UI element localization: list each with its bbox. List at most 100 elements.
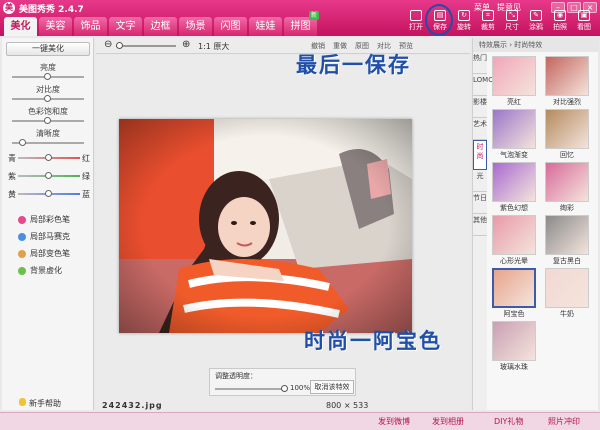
effect-item[interactable]: 亮红 (490, 56, 540, 108)
background-blur-brush[interactable]: 背景虚化 (18, 265, 62, 276)
effect-label: 气泡渐变 (500, 151, 528, 159)
recolor-icon (18, 249, 26, 258)
effect-item[interactable]: 复古黑白 (543, 215, 593, 267)
effect-thumbnail[interactable] (492, 162, 536, 202)
app-title: 美图秀秀 2.4.7 (19, 5, 84, 15)
tab-text[interactable]: 文字 (109, 17, 142, 36)
opacity-label: 调整透明度： (215, 372, 257, 380)
effect-thumbnail[interactable] (492, 56, 536, 96)
cyan-red-track[interactable] (18, 154, 80, 161)
opacity-control: 调整透明度： 100% 取消该特效 (209, 368, 356, 396)
local-recolor-brush[interactable]: 局部变色笔 (18, 248, 70, 259)
effect-item[interactable]: 回忆 (543, 109, 593, 161)
left-panel: 一键美化 亮度 对比度 色彩饱和度 清晰度 青 红 紫 绿 黄 蓝 局部彩色笔 … (2, 38, 94, 410)
tab-beautify[interactable]: 美化 (4, 17, 37, 36)
cyan-red-slider[interactable]: 青 红 (8, 154, 90, 163)
share-weibo-link[interactable]: 发到微博 (378, 416, 410, 427)
opacity-thumb[interactable] (281, 385, 288, 392)
vtab-light[interactable]: 光 (473, 170, 487, 192)
yellow-blue-slider[interactable]: 黄 蓝 (8, 190, 90, 199)
view-label: 看图 (577, 23, 591, 31)
brightness-slider[interactable] (12, 73, 84, 80)
opacity-slider[interactable] (215, 388, 285, 390)
tab-collage[interactable]: 拼图新 (284, 11, 319, 36)
camera-button[interactable]: ◉ 拍照 (549, 9, 571, 35)
vtab-hot[interactable]: 热门 (473, 52, 487, 74)
tab-beauty[interactable]: 美容 (39, 17, 72, 36)
effect-item[interactable]: 心形光晕 (490, 215, 540, 267)
share-album-link[interactable]: 发到相册 (432, 416, 464, 427)
zoom-thumb[interactable] (116, 42, 123, 49)
purple-green-slider[interactable]: 紫 绿 (8, 172, 90, 181)
image-dimensions: 800 × 533 (326, 401, 369, 410)
help-link[interactable]: 新手帮助 (19, 398, 61, 409)
saturation-slider[interactable] (12, 117, 84, 124)
effect-item[interactable]: 对比强烈 (543, 56, 593, 108)
effect-label: 绚彩 (560, 204, 574, 212)
effect-thumbnail[interactable] (545, 56, 589, 96)
vtab-holiday[interactable]: 节日 (473, 192, 487, 214)
yellow-blue-track[interactable] (18, 190, 80, 197)
rotate-button[interactable]: ↻ 旋转 (453, 9, 475, 35)
effect-item[interactable]: 气泡渐变 (490, 109, 540, 161)
zoom-out-icon[interactable]: ⊖ (104, 39, 112, 50)
vtab-fashion[interactable]: 时尚 (473, 140, 487, 170)
effect-thumbnail[interactable] (545, 162, 589, 202)
slider-thumb[interactable] (18, 139, 26, 146)
vtab-studio[interactable]: 影楼 (473, 96, 487, 118)
slider-thumb[interactable] (45, 154, 52, 161)
save-highlight-circle (425, 4, 453, 36)
effect-thumbnail[interactable] (492, 215, 536, 255)
effect-item[interactable]: 紫色幻想 (490, 162, 540, 214)
view-icon: ▣ (578, 10, 590, 21)
doodle-button[interactable]: ✎ 涂鸦 (525, 9, 547, 35)
diy-gift-link[interactable]: DIY礼物 (494, 416, 523, 427)
status-bar: 发到微博 发到相册 DIY礼物 照片冲印 (0, 412, 600, 430)
sharpness-slider[interactable] (12, 139, 84, 146)
effect-thumbnail[interactable] (492, 321, 536, 361)
effect-thumbnail[interactable] (492, 109, 536, 149)
zoom-slider[interactable] (116, 45, 176, 47)
cancel-effect-button[interactable]: 取消该特效 (310, 380, 354, 394)
doodle-label: 涂鸦 (529, 23, 543, 31)
vtab-other[interactable]: 其他 (473, 214, 487, 236)
tab-collage-label: 拼图 (290, 21, 311, 32)
contrast-slider[interactable] (12, 95, 84, 102)
effect-label: 心形光晕 (500, 257, 528, 265)
one-key-beautify-button[interactable]: 一键美化 (6, 42, 90, 56)
tab-dolls[interactable]: 娃娃 (249, 17, 282, 36)
effect-thumbnail[interactable] (545, 215, 589, 255)
tab-scenes[interactable]: 场景 (179, 17, 212, 36)
vtab-lomo[interactable]: LOMO (473, 74, 494, 96)
tab-flash[interactable]: 闪图 (214, 17, 247, 36)
local-mosaic-brush[interactable]: 局部马赛克 (18, 231, 70, 242)
photo-print-link[interactable]: 照片冲印 (548, 416, 580, 427)
slider-thumb[interactable] (45, 190, 52, 197)
local-color-brush[interactable]: 局部彩色笔 (18, 214, 70, 225)
purple-green-track[interactable] (18, 172, 80, 179)
slider-thumb[interactable] (44, 95, 51, 102)
crop-button[interactable]: ⌗ 裁剪 (477, 9, 499, 35)
effect-thumbnail[interactable] (545, 109, 589, 149)
mosaic-icon (18, 232, 26, 241)
edited-photo[interactable] (119, 119, 412, 333)
vtab-art[interactable]: 艺术 (473, 118, 487, 140)
crop-icon: ⌗ (482, 10, 494, 21)
actual-size-button[interactable]: 1:1 原大 (198, 41, 229, 52)
open-button[interactable]: 打开 (405, 9, 427, 35)
slider-thumb[interactable] (44, 73, 51, 80)
resize-button[interactable]: ⤡ 尺寸 (501, 9, 523, 35)
effect-thumbnail[interactable] (492, 268, 536, 308)
effect-item[interactable]: 绚彩 (543, 162, 593, 214)
effect-item[interactable]: 牛奶 (543, 268, 593, 320)
slider-thumb[interactable] (44, 117, 51, 124)
slider-thumb[interactable] (45, 172, 52, 179)
effect-thumbnail[interactable] (545, 268, 589, 308)
effect-item[interactable]: 玻璃水珠 (490, 321, 540, 373)
view-button[interactable]: ▣ 看图 (573, 9, 595, 35)
tab-decorations[interactable]: 饰品 (74, 17, 107, 36)
brightness-label: 亮度 (40, 63, 56, 72)
effect-item[interactable]: 阿宝色 (490, 268, 540, 320)
zoom-in-icon[interactable]: ⊕ (182, 39, 190, 50)
tab-frames[interactable]: 边框 (144, 17, 177, 36)
